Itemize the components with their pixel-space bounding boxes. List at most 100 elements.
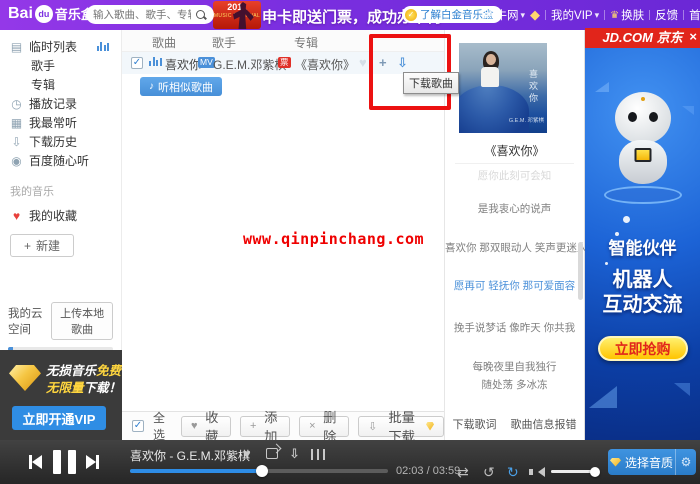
nav-divider	[683, 10, 684, 20]
artist-link[interactable]: G.E.M.邓紫棋	[213, 56, 286, 73]
batch-download-button[interactable]: ⇩ 批量下载	[358, 416, 444, 437]
sidebar-item-label: 我最常听	[29, 114, 77, 131]
next-track-button[interactable]	[86, 455, 99, 469]
sidebar-item-most-played[interactable]: ▦ 我最常听	[0, 113, 121, 132]
watermark-text: www.qinpinchang.com	[243, 230, 424, 248]
add-button[interactable]: + 添加	[240, 416, 290, 437]
robot-antenna-dot	[641, 97, 645, 101]
lyric-line: 挽手说梦话 像昨天 你共我	[445, 320, 584, 335]
favorite-icon[interactable]: ♥	[359, 55, 367, 70]
nav-skin[interactable]: ♛ 换肤	[610, 7, 644, 23]
volume-slider[interactable]	[551, 470, 599, 473]
download-lyrics-link[interactable]: 下载歌词	[453, 416, 497, 432]
decor-dot	[623, 216, 630, 223]
song-row[interactable]: ✓ 喜欢你 MV G.E.M.邓紫棋 票 《喜欢你》 ♥ + ⇩	[122, 52, 444, 74]
sidebar-item-label: 专辑	[31, 76, 55, 93]
album-cover[interactable]: 喜欢你 G.E.M. 邓紫棋	[459, 43, 547, 133]
song-title-link[interactable]: 喜欢你	[165, 56, 201, 73]
volume-icon[interactable]	[533, 467, 545, 477]
shuffle-icon[interactable]: ⇄	[457, 464, 469, 481]
nav-home[interactable]: 首页	[689, 7, 700, 23]
quality-select-button[interactable]: 选择音质 ⚙	[608, 449, 696, 475]
album-link[interactable]: 《喜欢你》	[295, 56, 355, 73]
close-icon[interactable]: ×	[689, 28, 697, 47]
buy-now-button[interactable]: 立即抢购	[598, 336, 688, 361]
listen-similar-button[interactable]: ♪ 听相似歌曲	[140, 77, 222, 96]
nav-divider	[649, 10, 650, 20]
sidebar-item-albums[interactable]: 专辑	[0, 75, 121, 94]
search-box[interactable]	[86, 5, 214, 24]
vip-promo-text: 无损音乐免费 无限量下载！	[46, 363, 121, 397]
open-vip-button[interactable]: 立即开通VIP	[12, 406, 106, 430]
nav-my-vip[interactable]: 我的VIP ▾	[551, 7, 599, 23]
column-header-song[interactable]: 歌曲	[152, 34, 176, 51]
search-input[interactable]	[93, 9, 191, 21]
jd-brand-text: JD.COM 京东	[602, 30, 682, 45]
vip-text-part: 无损音乐	[46, 364, 96, 378]
report-song-info-link[interactable]: 歌曲信息报错	[511, 416, 577, 432]
grid-icon: ▦	[10, 116, 23, 130]
column-header-artist[interactable]: 歌手	[212, 34, 236, 51]
repeat-one-icon[interactable]: ↺	[483, 464, 495, 481]
seek-bar-knob[interactable]	[256, 465, 268, 477]
nav-divider	[545, 10, 546, 20]
list-header-row: 歌曲 歌手 专辑	[122, 30, 444, 52]
decor-triangle	[589, 386, 617, 408]
topbar: Bai du 音乐盒 2011 MUSIC FESTIVAL 申卡即送门票，成功…	[0, 0, 700, 30]
search-icon[interactable]	[195, 9, 207, 21]
nav-feedback[interactable]: 反馈	[655, 7, 678, 23]
gear-icon[interactable]: ⚙	[676, 455, 696, 469]
heart-icon: ♥	[10, 209, 23, 223]
topbar-nav: 腾牛网 ▾ ◆ 我的VIP ▾ ♛ 换肤 反馈 首页	[484, 0, 700, 30]
radio-icon: ◉	[10, 154, 23, 168]
download-icon[interactable]: ⇩	[397, 55, 408, 71]
column-header-album[interactable]: 专辑	[294, 34, 318, 51]
equalizer-icon[interactable]	[311, 449, 325, 460]
delete-button[interactable]: × 删除	[299, 416, 349, 437]
select-all-label[interactable]: 全选	[153, 409, 172, 443]
sidebar-item-artists[interactable]: 歌手	[0, 56, 121, 75]
upload-local-songs-button[interactable]: 上传本地歌曲	[51, 302, 113, 340]
crown-icon: ♛	[610, 10, 619, 21]
previous-track-button[interactable]	[29, 455, 42, 469]
diamond-icon	[426, 422, 434, 431]
sidebar-item-label: 临时列表	[29, 38, 77, 55]
add-icon[interactable]: +	[379, 55, 387, 70]
ticket-badge[interactable]: 票	[278, 57, 291, 68]
sidebar-item-temp-list[interactable]: ▤ 临时列表	[0, 37, 121, 56]
sidebar-item-label: 我的收藏	[29, 207, 77, 224]
pause-button[interactable]	[53, 450, 76, 474]
volume-knob[interactable]	[590, 467, 600, 477]
sidebar-item-baidu-radio[interactable]: ◉ 百度随心听	[0, 151, 121, 170]
jd-ad-pane[interactable]: JD.COM 京东 × 智能伙伴 机器人 互动交流 立即抢购	[585, 28, 700, 440]
now-playing-label: 喜欢你 - G.E.M.邓紫棋	[130, 447, 250, 464]
sidebar: ▤ 临时列表 歌手 专辑 ◷ 播放记录 ▦ 我最常听 ⇩ 下载历史	[0, 30, 122, 440]
nav-tengniu[interactable]: 腾牛网 ▾	[484, 7, 525, 23]
row-checkbox[interactable]: ✓	[131, 57, 143, 69]
sidebar-item-favorites[interactable]: ♥ 我的收藏	[0, 206, 121, 225]
playlist-icon: ▤	[10, 40, 23, 54]
select-all-checkbox[interactable]: ✓	[132, 420, 144, 432]
cover-figure-skirt	[459, 85, 529, 133]
platinum-pill-label: 了解白金音乐盒	[420, 7, 494, 22]
favorite-icon[interactable]: ♥	[243, 446, 251, 461]
share-icon[interactable]	[266, 448, 278, 459]
baidu-music-logo[interactable]: Bai du 音乐盒	[8, 4, 94, 23]
seek-bar[interactable]	[130, 469, 388, 473]
gem-icon[interactable]: ◆	[530, 7, 540, 23]
collect-button[interactable]: ♥ 收藏	[181, 416, 231, 437]
jd-ad-body[interactable]: 智能伙伴 机器人 互动交流 立即抢购	[585, 48, 700, 440]
ad-headline-1: 智能伙伴	[585, 234, 700, 259]
scrollbar-thumb[interactable]	[578, 242, 583, 300]
baidu-paw-icon: du	[35, 5, 53, 23]
vip-text-highlight: 无限量	[46, 381, 84, 395]
nav-divider	[604, 10, 605, 20]
nav-my-vip-label: 我的VIP	[551, 7, 593, 23]
cloud-space-title: 我的云空间	[8, 305, 51, 337]
download-icon[interactable]: ⇩	[289, 446, 300, 462]
sidebar-item-play-history[interactable]: ◷ 播放记录	[0, 94, 121, 113]
loop-icon[interactable]: ↻	[507, 464, 519, 481]
sidebar-item-download-history[interactable]: ⇩ 下载历史	[0, 132, 121, 151]
vip-promo-panel: 无损音乐免费 无限量下载！ 立即开通VIP	[0, 350, 122, 440]
new-playlist-button[interactable]: + 新建	[10, 234, 74, 257]
